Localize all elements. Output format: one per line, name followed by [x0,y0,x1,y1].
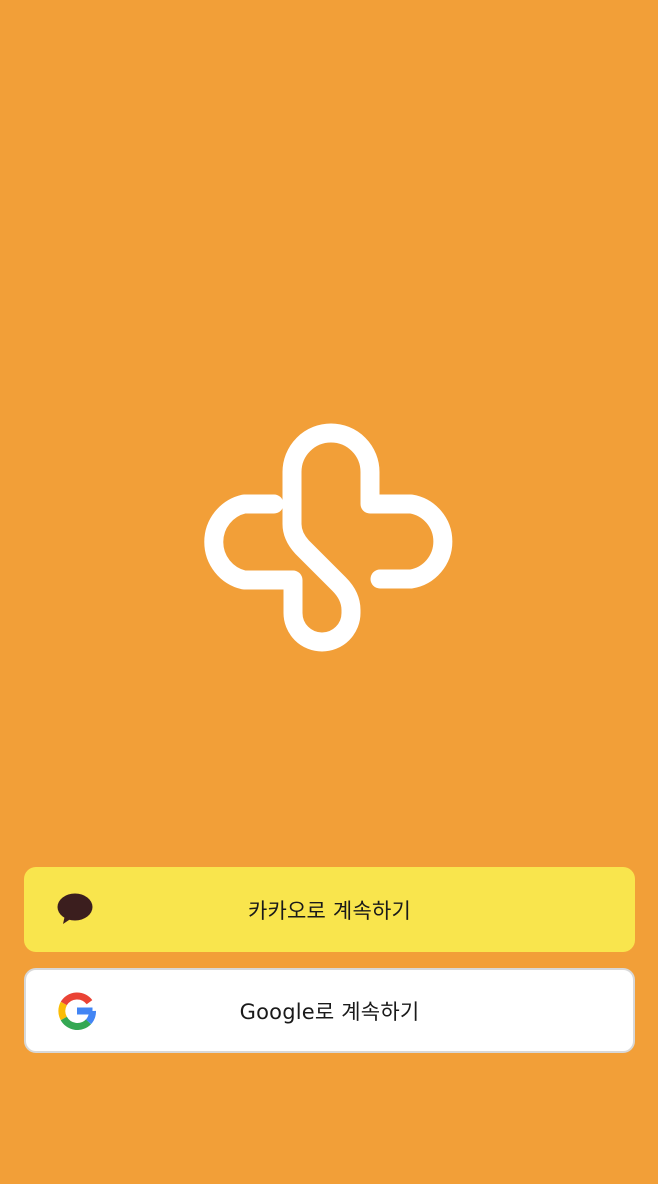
kakao-login-button[interactable]: 카카오로 계속하기 [24,867,635,952]
login-screen: 카카오로 계속하기 Google로 계속하기 [0,0,658,1184]
google-g-icon [58,992,96,1030]
google-login-label: Google로 계속하기 [239,999,420,1024]
kakao-login-label: 카카오로 계속하기 [247,898,412,923]
kakao-speech-bubble-icon [56,891,94,929]
app-logo-plus-icon [196,416,464,676]
google-login-button[interactable]: Google로 계속하기 [24,968,635,1053]
